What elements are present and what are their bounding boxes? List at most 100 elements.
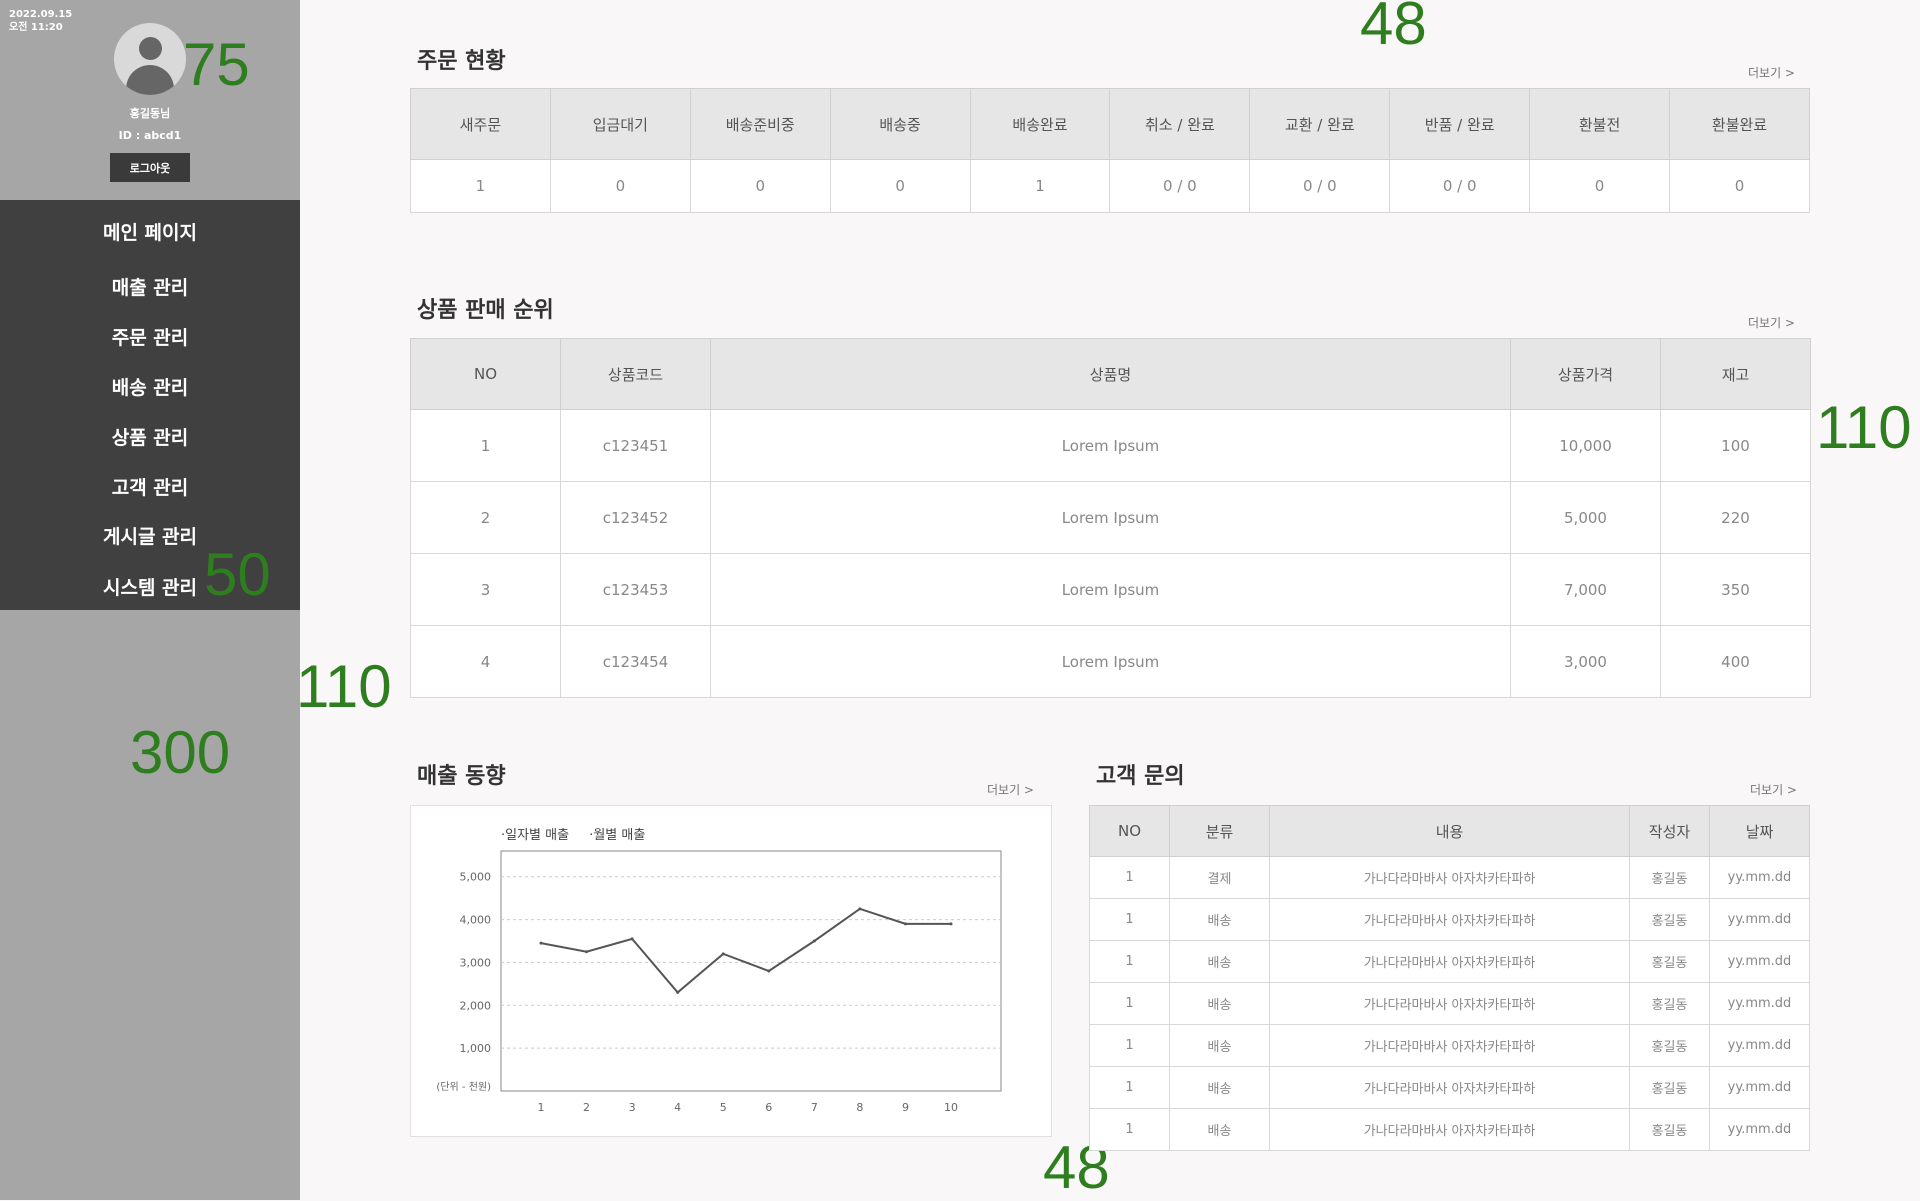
- table-row[interactable]: 4 c123454 Lorem Ipsum 3,000 400: [410, 625, 1811, 698]
- inquiries-title: 고객 문의: [1096, 764, 1185, 789]
- inquiry-author: 홍길동: [1629, 982, 1710, 1025]
- product-no: 3: [410, 553, 561, 626]
- data-point: [676, 990, 680, 994]
- table-row[interactable]: 1 배송 가나다라마바사 아자차카타파하 홍길동 yy.mm.dd: [1089, 1024, 1810, 1067]
- orders-more-link[interactable]: 더보기 >: [1748, 64, 1795, 81]
- inquiries-header-row: NO 분류 내용 작성자 날짜: [1089, 805, 1810, 857]
- y-tick-label: 2,000: [460, 999, 492, 1012]
- data-point: [721, 952, 725, 956]
- menu-item-delivery[interactable]: 배송 관리: [0, 373, 300, 400]
- logout-button[interactable]: 로그아웃: [110, 153, 190, 182]
- inquiry-date: yy.mm.dd: [1709, 1108, 1810, 1151]
- products-header: 상품가격: [1510, 338, 1661, 410]
- inquiry-content: 가나다라마바사 아자차카타파하: [1269, 1108, 1630, 1151]
- table-row[interactable]: 1 배송 가나다라마바사 아자차카타파하 홍길동 yy.mm.dd: [1089, 1066, 1810, 1109]
- orders-value[interactable]: 1: [410, 159, 551, 213]
- inquiry-author: 홍길동: [1629, 940, 1710, 983]
- sales-more-link[interactable]: 더보기 >: [987, 781, 1034, 798]
- products-header: 재고: [1660, 338, 1811, 410]
- product-name: Lorem Ipsum: [710, 625, 1511, 698]
- inquiry-author: 홍길동: [1629, 1066, 1710, 1109]
- orders-value[interactable]: 0: [549, 159, 691, 213]
- table-row[interactable]: 1 c123451 Lorem Ipsum 10,000 100: [410, 409, 1811, 482]
- inquiry-author: 홍길동: [1629, 1024, 1710, 1067]
- orders-value[interactable]: 0: [689, 159, 831, 213]
- inquiry-category: 배송: [1169, 1108, 1270, 1151]
- orders-header: 배송완료: [969, 88, 1111, 160]
- x-tick-label: 2: [583, 1101, 590, 1114]
- table-row[interactable]: 1 배송 가나다라마바사 아자차카타파하 홍길동 yy.mm.dd: [1089, 982, 1810, 1025]
- orders-table: 새주문 입금대기 배송준비중 배송중 배송완료 취소 / 완료 교환 / 완료 …: [410, 88, 1810, 213]
- product-price: 5,000: [1510, 481, 1661, 554]
- table-row[interactable]: 1 배송 가나다라마바사 아자차카타파하 홍길동 yy.mm.dd: [1089, 898, 1810, 941]
- product-code: c123451: [560, 409, 711, 482]
- product-no: 4: [410, 625, 561, 698]
- orders-value[interactable]: 0: [829, 159, 971, 213]
- sales-title: 매출 동향: [417, 764, 506, 789]
- products-table: NO 상품코드 상품명 상품가격 재고 1 c123451 Lorem Ipsu…: [410, 338, 1811, 698]
- product-code: c123452: [560, 481, 711, 554]
- orders-value[interactable]: 0 / 0: [1389, 159, 1531, 213]
- table-row[interactable]: 3 c123453 Lorem Ipsum 7,000 350: [410, 553, 1811, 626]
- orders-value[interactable]: 0: [1529, 159, 1671, 213]
- product-name: Lorem Ipsum: [710, 553, 1511, 626]
- sales-chart-box: ·일자별 매출 ·월별 매출 1,000 2,000 3,000 4,000 5,000…: [410, 805, 1052, 1137]
- orders-header: 환불전: [1529, 88, 1671, 160]
- menu-item-products[interactable]: 상품 관리: [0, 423, 300, 450]
- y-tick-label: 1,000: [460, 1042, 492, 1055]
- table-row[interactable]: 1 배송 가나다라마바사 아자차카타파하 홍길동 yy.mm.dd: [1089, 1108, 1810, 1151]
- product-name: Lorem Ipsum: [710, 409, 1511, 482]
- orders-value[interactable]: 1: [969, 159, 1111, 213]
- inquiry-date: yy.mm.dd: [1709, 898, 1810, 941]
- table-row[interactable]: 1 배송 가나다라마바사 아자차카타파하 홍길동 yy.mm.dd: [1089, 940, 1810, 983]
- inquiry-content: 가나다라마바사 아자차카타파하: [1269, 1024, 1630, 1067]
- menu-item-sales[interactable]: 매출 관리: [0, 273, 300, 300]
- orders-header: 배송중: [829, 88, 971, 160]
- inquiry-category: 배송: [1169, 1024, 1270, 1067]
- product-no: 2: [410, 481, 561, 554]
- table-row[interactable]: 1 결제 가나다라마바사 아자차카타파하 홍길동 yy.mm.dd: [1089, 856, 1810, 899]
- inquiry-no: 1: [1089, 898, 1170, 941]
- data-point: [858, 907, 862, 911]
- x-tick-label: 1: [538, 1101, 545, 1114]
- data-point: [539, 941, 543, 945]
- orders-value[interactable]: 0: [1669, 159, 1810, 213]
- products-header: 상품코드: [560, 338, 711, 410]
- orders-header: 교환 / 완료: [1249, 88, 1391, 160]
- products-header: 상품명: [710, 338, 1511, 410]
- inquiry-no: 1: [1089, 1066, 1170, 1109]
- menu-item-customers[interactable]: 고객 관리: [0, 473, 300, 500]
- x-tick-label: 10: [944, 1101, 958, 1114]
- orders-value[interactable]: 0 / 0: [1109, 159, 1251, 213]
- x-tick-label: 9: [902, 1101, 909, 1114]
- annotation-label: 110: [1816, 394, 1912, 461]
- annotation-label: 48: [1360, 0, 1427, 57]
- menu-item-main[interactable]: 메인 페이지: [0, 218, 300, 245]
- orders-header: 환불완료: [1669, 88, 1810, 160]
- inquiry-category: 배송: [1169, 1066, 1270, 1109]
- time-text: 오전 11:20: [9, 22, 63, 33]
- inquiry-author: 홍길동: [1629, 898, 1710, 941]
- product-price: 10,000: [1510, 409, 1661, 482]
- inquiry-content: 가나다라마바사 아자차카타파하: [1269, 940, 1630, 983]
- x-tick-label: 6: [765, 1101, 772, 1114]
- x-tick-label: 8: [856, 1101, 863, 1114]
- annotation-label: 50: [204, 541, 271, 608]
- data-point: [767, 969, 771, 973]
- inquiry-date: yy.mm.dd: [1709, 982, 1810, 1025]
- data-point: [949, 922, 953, 926]
- orders-value-row: 1 0 0 0 1 0 / 0 0 / 0 0 / 0 0 0: [410, 159, 1810, 213]
- table-row[interactable]: 2 c123452 Lorem Ipsum 5,000 220: [410, 481, 1811, 554]
- product-stock: 400: [1660, 625, 1811, 698]
- inquiries-header: 날짜: [1709, 805, 1810, 857]
- avatar-icon: [114, 23, 186, 95]
- inquiry-no: 1: [1089, 1108, 1170, 1151]
- products-more-link[interactable]: 더보기 >: [1748, 314, 1795, 331]
- menu-item-orders[interactable]: 주문 관리: [0, 323, 300, 350]
- y-tick-label: 5,000: [460, 871, 492, 884]
- y-tick-label: 4,000: [460, 914, 492, 927]
- orders-value[interactable]: 0 / 0: [1249, 159, 1391, 213]
- x-tick-label: 3: [629, 1101, 636, 1114]
- inquiries-more-link[interactable]: 더보기 >: [1750, 781, 1797, 798]
- sales-line-chart: 1,000 2,000 3,000 4,000 5,000 (단위 - 천원) 1 2 3 4 5 6…: [436, 850, 1002, 1114]
